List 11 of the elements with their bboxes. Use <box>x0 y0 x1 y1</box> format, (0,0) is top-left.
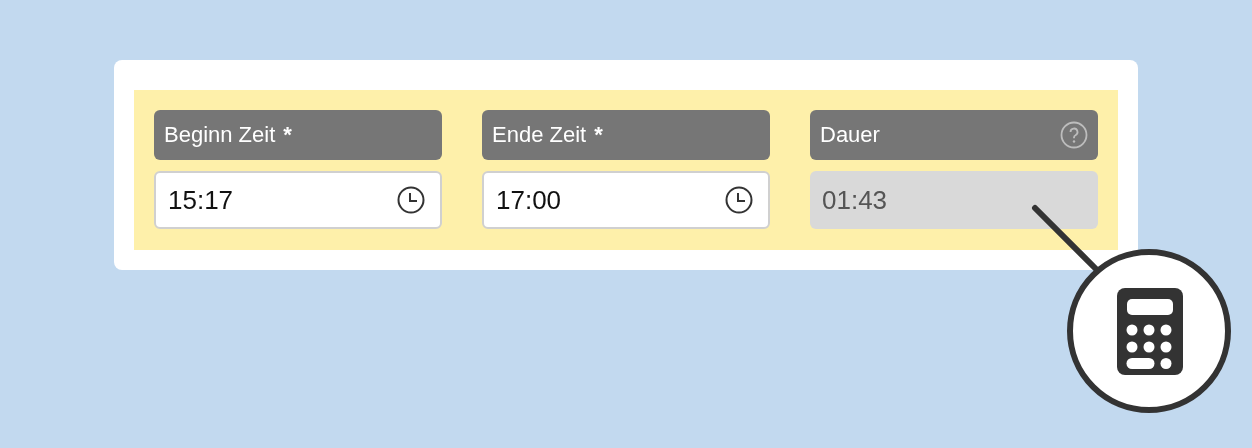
calculator-icon <box>1117 288 1183 375</box>
label-text: Ende Zeit <box>492 122 587 148</box>
duration-field: 01:43 <box>810 171 1098 229</box>
clock-icon[interactable] <box>396 185 426 215</box>
required-mark: * <box>594 122 603 148</box>
clock-icon[interactable] <box>724 185 754 215</box>
label-text: Beginn Zeit <box>164 122 276 148</box>
required-mark: * <box>283 122 292 148</box>
time-field[interactable]: 17:00 <box>482 171 770 229</box>
time-field[interactable]: 15:17 <box>154 171 442 229</box>
label-text: Dauer <box>820 122 880 148</box>
